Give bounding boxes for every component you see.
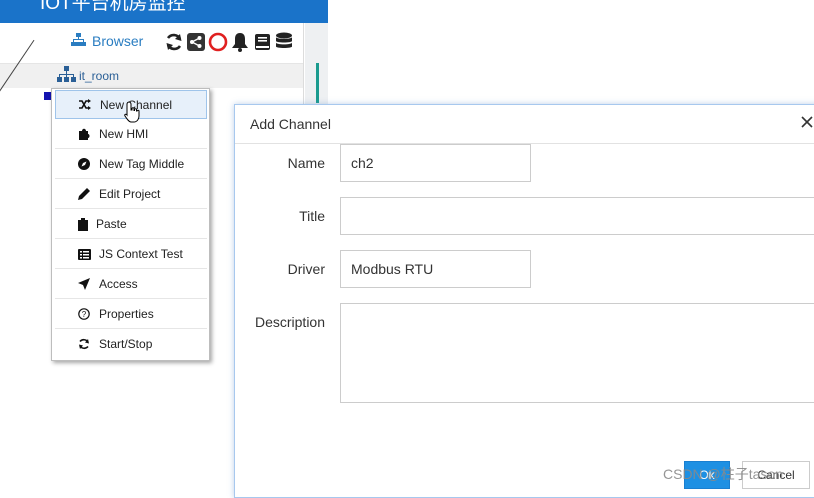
tree-node-project[interactable]: it_room — [57, 66, 119, 86]
database-icon[interactable] — [274, 31, 294, 53]
stop-circle-icon[interactable] — [208, 31, 228, 53]
driver-label: Driver — [287, 261, 325, 277]
menu-item-label: New Tag Middle — [99, 157, 185, 171]
menu-item-label: New HMI — [99, 127, 149, 141]
close-icon[interactable] — [799, 114, 814, 130]
menu-item-edit-project[interactable]: Edit Project — [55, 180, 207, 209]
driver-select[interactable]: Modbus RTU — [340, 250, 531, 288]
menu-item-new-tag-middle[interactable]: New Tag Middle — [55, 150, 207, 179]
name-label: Name — [287, 155, 325, 171]
pencil-icon — [77, 187, 91, 201]
refresh-icon — [77, 337, 91, 351]
share-icon[interactable] — [186, 31, 206, 53]
menu-item-js-context-test[interactable]: JS Context Test — [55, 240, 207, 269]
menu-item-label: Start/Stop — [99, 336, 153, 351]
menu-item-access[interactable]: Access — [55, 270, 207, 299]
title-field[interactable] — [340, 197, 814, 235]
hand-cursor-icon — [124, 101, 142, 123]
send-icon — [77, 277, 91, 291]
menu-item-properties[interactable]: ? Properties — [55, 300, 207, 329]
context-menu: New Channel New HMI New Tag Middle Edit … — [51, 88, 210, 361]
refresh-icon[interactable] — [164, 31, 184, 53]
tree-node-label: it_room — [79, 69, 120, 83]
sitemap-icon — [71, 33, 86, 49]
dialog-title: Add Channel — [250, 116, 331, 132]
browser-tab-label: Browser — [92, 33, 144, 49]
add-channel-dialog: Add Channel Name ch2 Title Driver Modbus… — [234, 104, 814, 498]
menu-item-label: Access — [99, 277, 138, 291]
svg-text:?: ? — [82, 310, 87, 319]
connection-handle[interactable] — [44, 92, 51, 100]
name-field[interactable]: ch2 — [340, 144, 531, 182]
menu-item-start-stop[interactable]: Start/Stop — [55, 329, 207, 358]
description-field[interactable] — [340, 303, 814, 403]
compass-icon — [77, 157, 91, 171]
project-toolbar — [164, 31, 294, 53]
menu-item-paste[interactable]: Paste — [55, 210, 207, 239]
description-label: Description — [254, 314, 325, 330]
puzzle-icon — [77, 127, 91, 141]
tree-row[interactable] — [0, 63, 303, 88]
menu-item-label: Properties — [99, 307, 154, 321]
book-icon[interactable] — [252, 31, 272, 53]
shuffle-icon — [78, 98, 92, 112]
title-label: Title — [299, 208, 325, 224]
clipboard-icon — [76, 217, 90, 231]
menu-item-label: JS Context Test — [99, 247, 183, 261]
list-icon — [77, 247, 91, 261]
question-circle-icon: ? — [77, 307, 91, 321]
sitemap-icon — [57, 66, 76, 86]
menu-item-label: Paste — [96, 217, 127, 231]
app-title: IOT平台机房监控 — [40, 0, 186, 14]
app-header: IOT平台机房监控 — [0, 0, 328, 23]
scrollbar-thumb[interactable] — [316, 63, 319, 103]
browser-tab[interactable]: Browser — [71, 33, 143, 49]
bell-icon[interactable] — [230, 31, 250, 53]
watermark: CSDN @柱子tason — [663, 466, 784, 482]
menu-item-label: Edit Project — [99, 187, 161, 201]
dialog-header: Add Channel — [235, 105, 814, 144]
menu-item-new-hmi[interactable]: New HMI — [55, 120, 207, 149]
